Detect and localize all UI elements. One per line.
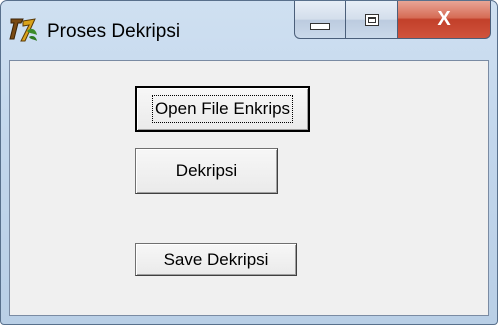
close-button[interactable]: X [398, 1, 491, 39]
maximize-button[interactable] [346, 1, 398, 39]
minimize-button[interactable] [294, 1, 346, 39]
window-title: Proses Dekripsi [47, 21, 181, 42]
close-icon: X [437, 8, 451, 30]
open-file-button-label: Open File Enkrips [151, 95, 294, 123]
decrypt-button[interactable]: Dekripsi [135, 148, 278, 194]
decrypt-button-label: Dekripsi [175, 161, 238, 180]
caption-buttons: X [294, 1, 491, 41]
form-client-area: Open File Enkrips Dekripsi Save Dekripsi [9, 60, 489, 316]
save-decrypt-button-label: Save Dekripsi [163, 249, 269, 269]
open-file-button[interactable]: Open File Enkrips [135, 86, 310, 132]
app-icon[interactable] [9, 15, 39, 45]
minimize-icon [310, 23, 330, 30]
save-decrypt-button[interactable]: Save Dekripsi [135, 243, 297, 276]
title-bar[interactable]: Proses Dekripsi X [1, 1, 497, 59]
maximize-icon [364, 13, 379, 26]
app-window: Proses Dekripsi X Open File Enkrips Dekr… [0, 0, 498, 325]
